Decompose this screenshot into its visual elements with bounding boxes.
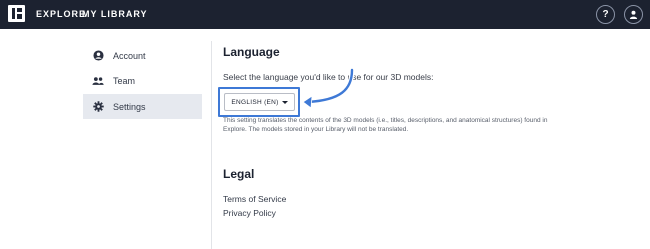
content-divider xyxy=(211,41,212,249)
nav-my-library-link[interactable]: MY LIBRARY xyxy=(82,9,148,19)
top-nav-bar: EXPLORE MY LIBRARY ? xyxy=(0,0,650,29)
account-icon xyxy=(92,50,104,62)
sidebar-item-label: Team xyxy=(113,75,136,86)
gear-icon xyxy=(92,101,104,113)
sidebar-item-label: Settings xyxy=(113,101,146,112)
language-note: This setting translates the contents of … xyxy=(223,117,548,133)
caret-down-icon xyxy=(281,100,288,104)
language-heading: Language xyxy=(223,45,280,59)
logo-icon[interactable] xyxy=(8,5,25,22)
sidebar-item-settings[interactable]: Settings xyxy=(83,94,202,119)
sidebar-item-account[interactable]: Account xyxy=(83,43,202,68)
privacy-policy-link[interactable]: Privacy Policy xyxy=(223,208,276,218)
help-icon: ? xyxy=(602,9,609,20)
sidebar-item-label: Account xyxy=(113,50,146,61)
language-select-button[interactable]: ENGLISH (EN) xyxy=(224,93,295,111)
legal-heading: Legal xyxy=(223,167,255,181)
user-icon xyxy=(629,10,638,19)
team-icon xyxy=(92,75,104,87)
language-prompt: Select the language you'd like to use fo… xyxy=(223,72,434,82)
user-menu-button[interactable] xyxy=(624,5,643,24)
nav-explore-link[interactable]: EXPLORE xyxy=(36,9,86,19)
help-button[interactable]: ? xyxy=(596,5,615,24)
language-selected-value: ENGLISH (EN) xyxy=(231,98,279,106)
sidebar-item-team[interactable]: Team xyxy=(83,68,202,93)
terms-of-service-link[interactable]: Terms of Service xyxy=(223,194,286,204)
